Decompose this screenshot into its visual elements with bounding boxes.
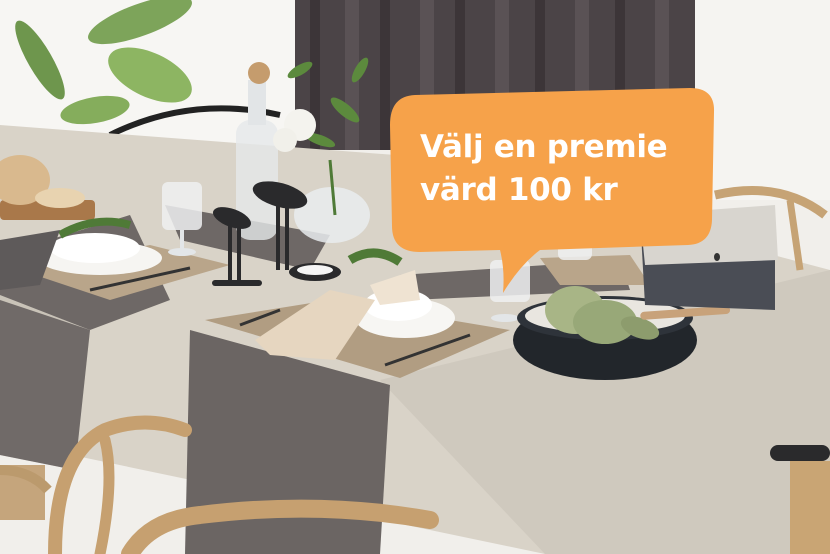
promo-line-2: värd 100 kr: [420, 172, 618, 208]
table-setting-photo: [0, 0, 830, 554]
promo-line-1: Välj en premie: [420, 129, 668, 165]
promo-bubble-text: Välj en premie värd 100 kr: [420, 126, 710, 212]
